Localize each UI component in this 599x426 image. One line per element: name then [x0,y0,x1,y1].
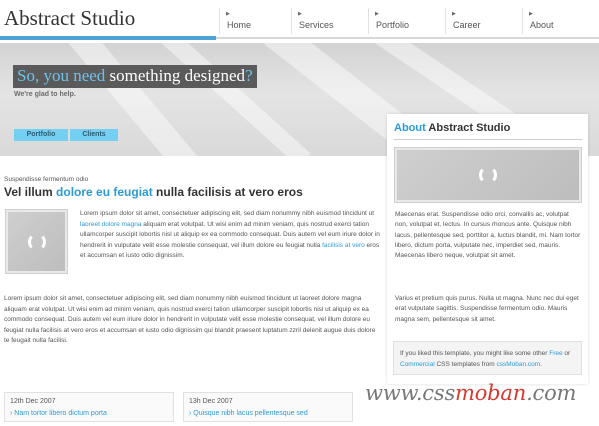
site-logo-title[interactable]: Abstract Studio [4,6,135,31]
banner-tab-clients[interactable]: Clients [70,129,118,141]
nav-bullet-icon: ▶ [529,11,533,17]
reload-icon [27,232,46,251]
news-card: 13h Dec 2007 › Quisque nibh lacus pellen… [183,392,353,422]
news-card: 12th Dec 2007 › Nam tortor libero dictum… [4,392,174,422]
headline-highlight: So, you need [17,66,106,85]
article-image-placeholder [5,209,68,274]
nav-bullet-icon: ▶ [298,11,302,17]
nav-item-home[interactable]: ▶ Home [219,8,291,34]
sidebar-paragraph: Maecenas erat. Suspendisse odio orci, co… [395,211,581,260]
banner-tab-portfolio[interactable]: Portfolio [14,129,68,141]
article-body-paragraph: Lorem ipsum dolor sit amet, consectetuer… [4,295,376,345]
nav-item-about[interactable]: ▶ About [522,8,572,34]
inline-link[interactable]: laoreet dolore magna [80,221,141,228]
article-kicker: Suspendisse fermentum odio [4,176,89,183]
title-text: Vel illum [4,185,57,199]
news-link[interactable]: › Quisque nibh lacus pellentesque sed [189,410,308,417]
hero-subline: We're glad to help. [14,91,76,98]
arrow-right-icon: › [189,410,192,417]
nav-bullet-icon: ▶ [375,11,379,17]
news-title: Quisque nibh lacus pellentesque sed [193,410,308,417]
nav-bullet-icon: ▶ [452,11,456,17]
news-title: Nam tortor libero dictum porta [14,410,107,417]
nav-item-services[interactable]: ▶ Services [291,8,368,34]
cssmoban-link[interactable]: cssMoban.com [496,361,540,368]
nav-bullet-icon: ▶ [226,11,230,17]
article-title: Vel illum dolore eu feugiat nulla facili… [4,185,303,199]
headline-text: something designed [105,66,246,85]
sidebar-divider [394,139,582,140]
sidebar-image-placeholder [394,147,582,203]
nav-item-career[interactable]: ▶ Career [445,8,522,34]
nav-label: Services [299,20,334,30]
hero-headline: So, you need something designed? [13,65,257,88]
about-sidebar: About Abstract Studio Maecenas erat. Sus… [387,114,588,384]
watermark-highlight: moban [455,381,527,405]
news-date: 13h Dec 2007 [189,398,233,405]
free-templates-link[interactable]: Free [549,350,562,357]
promo-text: If you liked this template, you might li… [400,350,550,357]
template-promo-box: If you liked this template, you might li… [393,341,582,375]
paragraph-text: Lorem ipsum dolor sit amet, consectetuer… [80,210,375,217]
nav-label: Home [227,20,252,30]
site-watermark: www.cssmoban.com [365,381,576,405]
reload-icon [479,166,497,184]
title-text: nulla facilisis at vero eros [152,185,303,199]
nav-label: About [530,20,554,30]
promo-text: . [540,361,542,368]
headline-question: ? [245,66,253,85]
nav-label: Career [453,20,481,30]
news-date: 12th Dec 2007 [10,398,56,405]
sidebar-paragraph: Varius et pretium quis purus. Nulla ut m… [395,295,579,323]
nav-label: Portfolio [376,20,410,30]
inline-link[interactable]: facilisis at vero [322,242,365,249]
title-highlight: dolore eu feugiat [56,185,153,199]
sidebar-title-text: Abstract Studio [425,122,511,134]
article-intro-paragraph: Lorem ipsum dolor sit amet, consectetuer… [80,209,380,262]
commercial-templates-link[interactable]: Commercial [400,361,435,368]
nav-divider [216,37,599,39]
promo-text: CSS templates from [434,361,497,368]
sidebar-title-highlight: About [394,122,426,134]
main-navigation: ▶ Home ▶ Services ▶ Portfolio ▶ Career ▶ Abou… [219,8,572,34]
sidebar-title: About Abstract Studio [394,122,510,134]
arrow-right-icon: › [10,410,13,417]
brand-underline [0,36,216,40]
news-link[interactable]: › Nam tortor libero dictum porta [10,410,107,417]
watermark-text: .com [526,381,577,405]
nav-item-portfolio[interactable]: ▶ Portfolio [368,8,445,34]
promo-text: or [562,350,571,357]
watermark-text: www.css [365,381,456,405]
